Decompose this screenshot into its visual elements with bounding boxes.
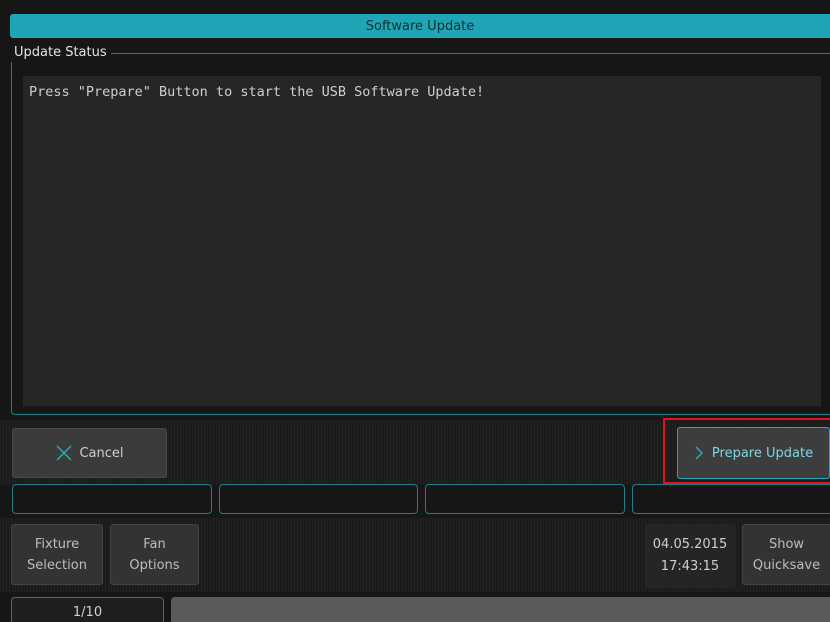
fan-options-line1: Fan — [143, 536, 166, 552]
fan-options-line2: Options — [129, 557, 180, 573]
update-status-log: Press "Prepare" Button to start the USB … — [23, 76, 821, 406]
page-indicator-label: 1/10 — [72, 605, 103, 620]
empty-slot-4[interactable] — [632, 484, 830, 514]
fixture-selection-button[interactable]: Fixture Selection — [11, 524, 103, 585]
prepare-update-button[interactable]: Prepare Update — [677, 427, 830, 479]
status-message: Press "Prepare" Button to start the USB … — [29, 84, 485, 100]
show-quicksave-line1: Show — [768, 536, 805, 552]
cancel-button-label: Cancel — [79, 445, 124, 461]
datetime-display: 04.05.2015 17:43:15 — [645, 524, 735, 588]
chevron-right-icon — [695, 446, 703, 460]
close-icon — [56, 445, 72, 461]
date-value: 04.05.2015 — [652, 537, 728, 552]
fan-options-button[interactable]: Fan Options — [110, 524, 199, 585]
cancel-button[interactable]: Cancel — [12, 428, 167, 478]
page-bar[interactable] — [171, 597, 830, 622]
empty-slot-1[interactable] — [12, 484, 212, 514]
page-indicator[interactable]: 1/10 — [11, 597, 164, 622]
update-status-legend: Update Status — [10, 44, 111, 62]
empty-slot-2[interactable] — [219, 484, 418, 514]
show-quicksave-button[interactable]: Show Quicksave — [742, 524, 830, 585]
time-value: 17:43:15 — [660, 559, 720, 574]
fixture-selection-line2: Selection — [27, 557, 87, 573]
empty-slot-3[interactable] — [425, 484, 625, 514]
prepare-update-button-label: Prepare Update — [711, 445, 814, 461]
software-update-screen: Software Update Update Status Press "Pre… — [0, 0, 830, 622]
fixture-selection-line1: Fixture — [34, 536, 80, 552]
window-title: Software Update — [365, 18, 475, 34]
show-quicksave-line2: Quicksave — [752, 557, 821, 573]
window-title-bar: Software Update — [10, 14, 830, 38]
